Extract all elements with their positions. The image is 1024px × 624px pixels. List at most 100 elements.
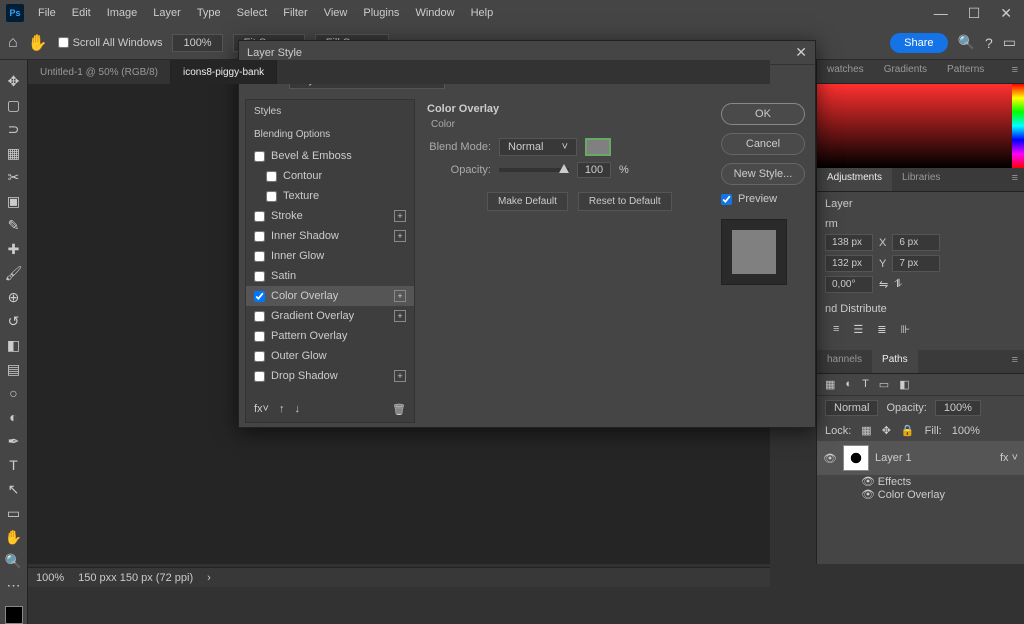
eraser-tool-icon[interactable]: ◧ <box>3 334 25 356</box>
effect-outer-glow[interactable]: Outer Glow <box>246 346 414 366</box>
filter-type-icon[interactable]: T <box>862 378 869 391</box>
more-tools-icon[interactable]: ⋯ <box>3 574 25 596</box>
foreground-background-swatch[interactable] <box>5 606 23 624</box>
effects-visibility-icon[interactable]: 👁 <box>861 476 875 488</box>
visibility-icon[interactable]: 👁 <box>823 452 837 465</box>
crop-tool-icon[interactable]: ✂ <box>3 166 25 188</box>
collapse-icon-2[interactable]: ≡ <box>1006 168 1024 191</box>
window-maximize-icon[interactable]: ☐ <box>968 5 981 22</box>
gradient-tool-icon[interactable]: ▤ <box>3 358 25 380</box>
color-picker[interactable] <box>817 84 1024 168</box>
tab-channels[interactable]: hannels <box>817 350 872 373</box>
lock-position-icon[interactable]: ✥ <box>882 424 891 437</box>
styles-section[interactable]: Styles <box>246 100 414 123</box>
window-minimize-icon[interactable]: — <box>934 5 948 22</box>
layer-opacity[interactable]: 100% <box>935 400 981 416</box>
path-select-tool-icon[interactable]: ↖ <box>3 478 25 500</box>
effect-gradient-overlay[interactable]: Gradient Overlay+ <box>246 306 414 326</box>
menu-plugins[interactable]: Plugins <box>355 3 407 23</box>
layer-blend-mode[interactable]: Normal <box>825 400 878 416</box>
menu-window[interactable]: Window <box>407 3 462 23</box>
dodge-tool-icon[interactable]: ◐ <box>3 406 25 428</box>
add-drop-shadow-icon[interactable]: + <box>394 370 406 382</box>
flip-vertical-icon[interactable]: ⥮ <box>894 278 902 291</box>
filter-adjust-icon[interactable]: ◐ <box>845 378 852 391</box>
add-stroke-icon[interactable]: + <box>394 210 406 222</box>
trash-icon[interactable]: 🗑 <box>392 403 406 416</box>
flip-horizontal-icon[interactable]: ⇋ <box>879 278 888 291</box>
ok-button[interactable]: OK <box>721 103 805 125</box>
effect-satin[interactable]: Satin <box>246 266 414 286</box>
blending-options[interactable]: Blending Options <box>246 123 414 146</box>
reset-default-button[interactable]: Reset to Default <box>578 192 672 211</box>
brush-tool-icon[interactable]: 🖌 <box>3 262 25 284</box>
move-down-icon[interactable]: ↓ <box>294 403 300 416</box>
home-icon[interactable]: ⌂ <box>8 34 18 52</box>
opacity-slider[interactable] <box>499 168 569 172</box>
menu-layer[interactable]: Layer <box>145 3 189 23</box>
overlay-color-chip[interactable] <box>585 138 611 156</box>
layer-thumbnail[interactable] <box>843 445 869 471</box>
stamp-tool-icon[interactable]: ⊕ <box>3 286 25 308</box>
effect-contour[interactable]: Contour <box>246 166 414 186</box>
align-center-icon[interactable]: ☰ <box>853 323 863 336</box>
opacity-value[interactable]: 100 <box>577 162 611 178</box>
angle-field[interactable]: 0,00° <box>825 276 873 293</box>
collapse-icon-3[interactable]: ≡ <box>1006 350 1024 373</box>
layer-name[interactable]: Layer 1 <box>875 452 912 464</box>
preview-checkbox[interactable]: Preview <box>721 193 805 205</box>
menu-edit[interactable]: Edit <box>64 3 99 23</box>
distribute-icon[interactable]: ⊪ <box>901 323 911 336</box>
tab-libraries[interactable]: Libraries <box>892 168 950 191</box>
type-tool-icon[interactable]: T <box>3 454 25 476</box>
effect-texture[interactable]: Texture <box>246 186 414 206</box>
lock-pixels-icon[interactable]: ▦ <box>861 424 871 437</box>
fx-menu-icon[interactable]: fx˅ <box>254 403 269 416</box>
effect-color-overlay[interactable]: Color Overlay+ <box>246 286 414 306</box>
window-close-icon[interactable]: ✕ <box>1000 5 1012 22</box>
new-style-button[interactable]: New Style... <box>721 163 805 185</box>
width-field[interactable]: 138 px <box>825 234 873 251</box>
menu-file[interactable]: File <box>30 3 64 23</box>
move-tool-icon[interactable]: ✥ <box>3 70 25 92</box>
history-brush-tool-icon[interactable]: ↺ <box>3 310 25 332</box>
move-up-icon[interactable]: ↑ <box>279 403 285 416</box>
lasso-tool-icon[interactable]: ⊃ <box>3 118 25 140</box>
y-field[interactable]: 7 px <box>892 255 940 272</box>
object-select-tool-icon[interactable]: ▦ <box>3 142 25 164</box>
hand-tool-icon2[interactable]: ✋ <box>3 526 25 548</box>
tab-paths[interactable]: Paths <box>872 350 918 373</box>
tab-patterns[interactable]: Patterns <box>937 60 994 83</box>
eyedropper-tool-icon[interactable]: ✎ <box>3 214 25 236</box>
make-default-button[interactable]: Make Default <box>487 192 568 211</box>
marquee-tool-icon[interactable]: ▢ <box>3 94 25 116</box>
overlay-visibility-icon[interactable]: 👁 <box>861 489 875 501</box>
filter-smart-icon[interactable]: ◧ <box>899 378 909 391</box>
shape-tool-icon[interactable]: ▭ <box>3 502 25 524</box>
effect-inner-shadow[interactable]: Inner Shadow+ <box>246 226 414 246</box>
effect-bevel[interactable]: Bevel & Emboss <box>246 146 414 166</box>
x-field[interactable]: 6 px <box>892 234 940 251</box>
frame-tool-icon[interactable]: ▣ <box>3 190 25 212</box>
menu-help[interactable]: Help <box>463 3 502 23</box>
share-button[interactable]: Share <box>890 33 947 53</box>
zoom-tool-icon[interactable]: 🔍 <box>3 550 25 572</box>
lock-all-icon[interactable]: 🔒 <box>901 424 915 437</box>
hand-tool-icon[interactable]: ✋ <box>28 33 48 53</box>
layer-row-1[interactable]: 👁 Layer 1 fx ˅ <box>817 441 1024 475</box>
blur-tool-icon[interactable]: ○ <box>3 382 25 404</box>
filter-pixel-icon[interactable]: ▦ <box>825 378 835 391</box>
zoom-field[interactable]: 100% <box>172 34 222 52</box>
menu-filter[interactable]: Filter <box>275 3 315 23</box>
menu-image[interactable]: Image <box>99 3 146 23</box>
height-field[interactable]: 132 px <box>825 255 873 272</box>
add-inner-shadow-icon[interactable]: + <box>394 230 406 242</box>
layer-fill[interactable]: 100% <box>952 425 980 437</box>
effect-stroke[interactable]: Stroke+ <box>246 206 414 226</box>
tab-gradients[interactable]: Gradients <box>874 60 937 83</box>
filter-shape-icon[interactable]: ▭ <box>879 378 889 391</box>
hue-strip[interactable] <box>1012 84 1024 168</box>
workspace-icon[interactable]: ▭ <box>1003 34 1016 51</box>
align-right-icon[interactable]: ≣ <box>877 323 886 336</box>
cancel-button[interactable]: Cancel <box>721 133 805 155</box>
